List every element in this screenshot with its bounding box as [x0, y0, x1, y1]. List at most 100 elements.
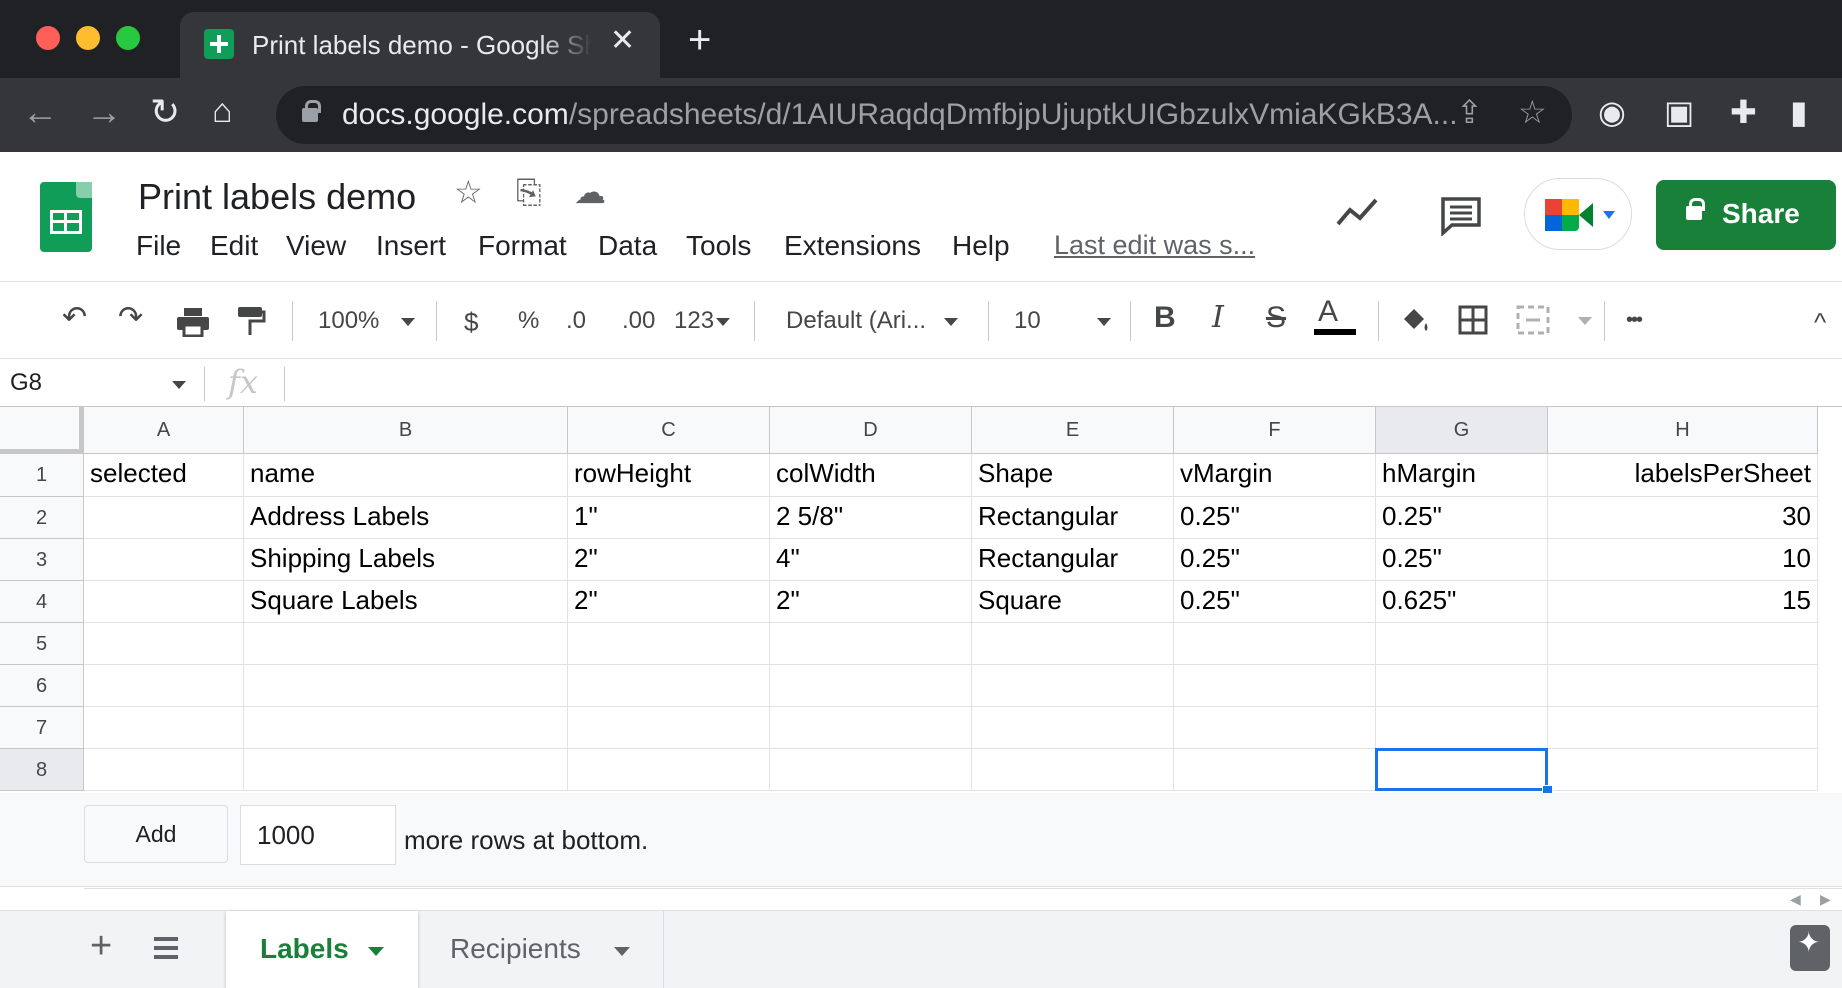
scroll-right-icon[interactable]: ▶: [1820, 891, 1831, 908]
select-all-corner[interactable]: [0, 407, 84, 454]
cell-e7[interactable]: [972, 707, 1174, 749]
menu-extensions[interactable]: Extensions: [784, 230, 921, 262]
cell-a6[interactable]: [84, 665, 244, 707]
cell-c3[interactable]: 2": [568, 539, 770, 581]
cell-c4[interactable]: 2": [568, 581, 770, 623]
cell-g7[interactable]: [1376, 707, 1548, 749]
column-header-d[interactable]: D: [770, 407, 972, 454]
font-size-select[interactable]: 10: [1014, 307, 1111, 335]
cell-b8[interactable]: [244, 749, 568, 791]
menu-file[interactable]: File: [136, 230, 181, 262]
cell-a1[interactable]: selected: [84, 454, 244, 497]
redo-icon[interactable]: ↷: [118, 303, 143, 333]
back-icon[interactable]: ←: [22, 94, 58, 130]
maximize-window-button[interactable]: [116, 26, 140, 50]
merge-cells-icon[interactable]: [1516, 305, 1550, 335]
row-header-8[interactable]: 8: [0, 749, 84, 791]
format-currency-button[interactable]: $: [464, 307, 478, 338]
cell-h3[interactable]: 10: [1548, 539, 1818, 581]
comments-icon[interactable]: [1440, 196, 1482, 236]
address-bar[interactable]: docs.google.com/spreadsheets/d/1AIURaqdq…: [276, 86, 1572, 144]
cloud-status-icon[interactable]: ☁: [574, 176, 606, 208]
account-extension-icon[interactable]: ◉: [1598, 96, 1626, 128]
row-header-5[interactable]: 5: [0, 623, 84, 665]
cell-f5[interactable]: [1174, 623, 1376, 665]
cell-a5[interactable]: [84, 623, 244, 665]
sheet-tab-recipients[interactable]: Recipients: [424, 911, 664, 988]
cell-b4[interactable]: Square Labels: [244, 581, 568, 623]
close-window-button[interactable]: [36, 26, 60, 50]
font-family-select[interactable]: Default (Ari...: [786, 307, 959, 335]
cell-e8[interactable]: [972, 749, 1174, 791]
cell-f1[interactable]: vMargin: [1174, 454, 1376, 497]
all-sheets-list-icon[interactable]: [152, 935, 180, 961]
cell-c5[interactable]: [568, 623, 770, 665]
cell-b6[interactable]: [244, 665, 568, 707]
cell-e4[interactable]: Square: [972, 581, 1174, 623]
cell-e2[interactable]: Rectangular: [972, 497, 1174, 539]
cell-e3[interactable]: Rectangular: [972, 539, 1174, 581]
cell-c1[interactable]: rowHeight: [568, 454, 770, 497]
star-icon[interactable]: ☆: [454, 176, 483, 208]
collapse-toolbar-icon[interactable]: ^: [1814, 309, 1826, 335]
zoom-select[interactable]: 100%: [318, 307, 416, 335]
increase-decimal-button[interactable]: .00: [622, 307, 655, 335]
cell-a7[interactable]: [84, 707, 244, 749]
cell-h4[interactable]: 15: [1548, 581, 1818, 623]
reload-icon[interactable]: ↻: [150, 94, 180, 130]
formula-input[interactable]: [296, 367, 1826, 399]
cell-a3[interactable]: [84, 539, 244, 581]
text-color-button[interactable]: A: [1314, 297, 1356, 335]
cell-d4[interactable]: 2": [770, 581, 972, 623]
decrease-decimal-button[interactable]: .0: [566, 307, 586, 335]
menu-format[interactable]: Format: [478, 230, 567, 262]
menu-insert[interactable]: Insert: [376, 230, 446, 262]
row-header-3[interactable]: 3: [0, 539, 84, 581]
bookmark-star-icon[interactable]: ☆: [1518, 96, 1547, 128]
cell-d1[interactable]: colWidth: [770, 454, 972, 497]
home-icon[interactable]: ⌂: [212, 94, 233, 128]
cell-g3[interactable]: 0.25": [1376, 539, 1548, 581]
menu-edit[interactable]: Edit: [210, 230, 258, 262]
more-formats-select[interactable]: 123: [674, 307, 731, 335]
cell-h1[interactable]: labelsPerSheet: [1548, 454, 1818, 497]
row-header-4[interactable]: 4: [0, 581, 84, 623]
menu-tools[interactable]: Tools: [686, 230, 751, 262]
close-tab-icon[interactable]: ✕: [610, 26, 635, 56]
row-header-7[interactable]: 7: [0, 707, 84, 749]
cell-g1[interactable]: hMargin: [1376, 454, 1548, 497]
scroll-left-icon[interactable]: ◀: [1790, 891, 1801, 908]
url-text[interactable]: docs.google.com/spreadsheets/d/1AIURaqdq…: [342, 98, 1458, 132]
sheet-tab-caret-icon[interactable]: [614, 947, 630, 956]
cell-f4[interactable]: 0.25": [1174, 581, 1376, 623]
owl-extension-icon[interactable]: ▣: [1664, 96, 1694, 128]
more-options-button[interactable]: •••: [1626, 309, 1643, 332]
print-icon[interactable]: [176, 307, 210, 337]
last-edit-link[interactable]: Last edit was s...: [1054, 230, 1255, 261]
forward-icon[interactable]: →: [86, 94, 122, 130]
cell-h7[interactable]: [1548, 707, 1818, 749]
menu-help[interactable]: Help: [952, 230, 1010, 262]
browser-tab[interactable]: Print labels demo - Google Sheets ✕: [180, 12, 660, 78]
row-header-2[interactable]: 2: [0, 497, 84, 539]
sheets-logo-icon[interactable]: [40, 182, 92, 252]
cell-d5[interactable]: [770, 623, 972, 665]
move-folder-icon[interactable]: ⎘: [516, 176, 542, 208]
cell-c6[interactable]: [568, 665, 770, 707]
cell-b5[interactable]: [244, 623, 568, 665]
cell-a2[interactable]: [84, 497, 244, 539]
column-header-c[interactable]: C: [568, 407, 770, 454]
cell-g2[interactable]: 0.25": [1376, 497, 1548, 539]
add-sheet-icon[interactable]: +: [90, 927, 112, 965]
cell-g6[interactable]: [1376, 665, 1548, 707]
column-header-e[interactable]: E: [972, 407, 1174, 454]
cell-f8[interactable]: [1174, 749, 1376, 791]
cell-d7[interactable]: [770, 707, 972, 749]
merge-options-caret[interactable]: [1578, 317, 1592, 325]
side-panel-icon[interactable]: ▮: [1790, 96, 1808, 128]
cell-d8[interactable]: [770, 749, 972, 791]
bold-button[interactable]: B: [1154, 303, 1176, 333]
borders-icon[interactable]: [1458, 305, 1488, 335]
sheet-tab-caret-icon[interactable]: [368, 947, 384, 956]
cell-g8[interactable]: [1376, 749, 1548, 791]
